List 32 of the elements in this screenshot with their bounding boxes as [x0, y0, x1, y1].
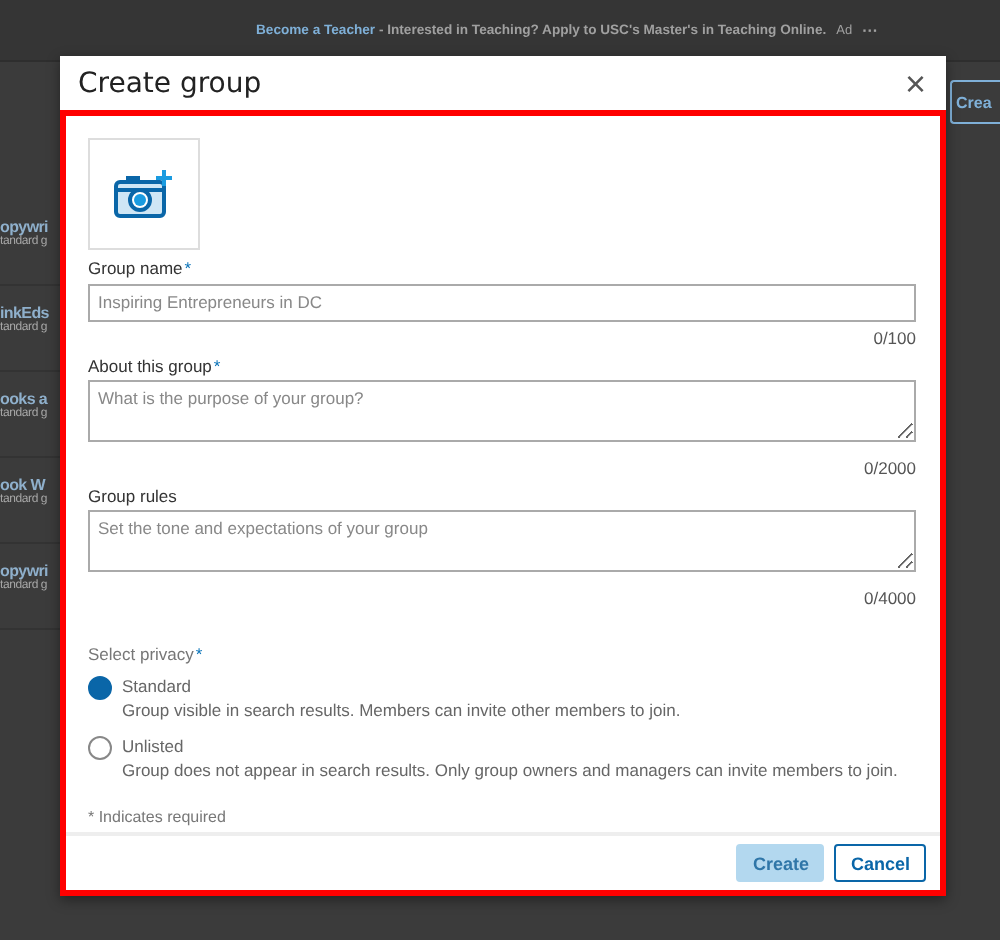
text-area[interactable]: What is the purpose of your group?: [88, 379, 916, 441]
option-description: Group visible in search results. Members can invite other members to join.: [122, 699, 681, 719]
option-description: Group does not appear in search results. Only group owners and managers can invite members to join.: [122, 759, 898, 779]
required-mark: *: [195, 643, 203, 663]
input-field[interactable]: Inspiring Entrepreneurs in DC: [88, 283, 916, 321]
option-label: Unlisted: [122, 735, 186, 755]
option-label: Standard: [122, 675, 193, 695]
field-label: Group name: [88, 258, 183, 278]
character-counter: 0/100: [873, 327, 916, 347]
required-note: * Indicates required: [88, 807, 226, 825]
cancel-button[interactable]: Cancel: [834, 844, 926, 882]
required-mark: *: [184, 258, 192, 278]
group-name[interactable]: opywri: [0, 218, 60, 236]
group-name[interactable]: ooks a: [0, 390, 60, 408]
privacy-label: Select privacy: [88, 643, 194, 663]
field-label: About this group: [88, 355, 212, 375]
add-photo-button[interactable]: [88, 138, 200, 250]
text-area[interactable]: Set the tone and expectations of your group: [88, 509, 916, 571]
field-label: Group rules: [88, 485, 177, 505]
dialog-title: Create group: [78, 67, 262, 99]
close-button[interactable]: ×: [900, 65, 930, 101]
more-menu-button[interactable]: ···: [862, 21, 879, 39]
required-mark: *: [213, 355, 221, 375]
radio-button[interactable]: [88, 735, 112, 759]
create-button[interactable]: Crea: [950, 80, 1000, 124]
camera-plus-icon: [114, 168, 174, 220]
group-name[interactable]: ook W: [0, 476, 60, 494]
radio-button[interactable]: [88, 675, 112, 699]
character-counter: 0/2000: [864, 457, 916, 477]
character-counter: 0/4000: [864, 587, 916, 607]
group-name[interactable]: opywri: [0, 562, 60, 580]
group-name[interactable]: inkEds: [0, 304, 60, 322]
